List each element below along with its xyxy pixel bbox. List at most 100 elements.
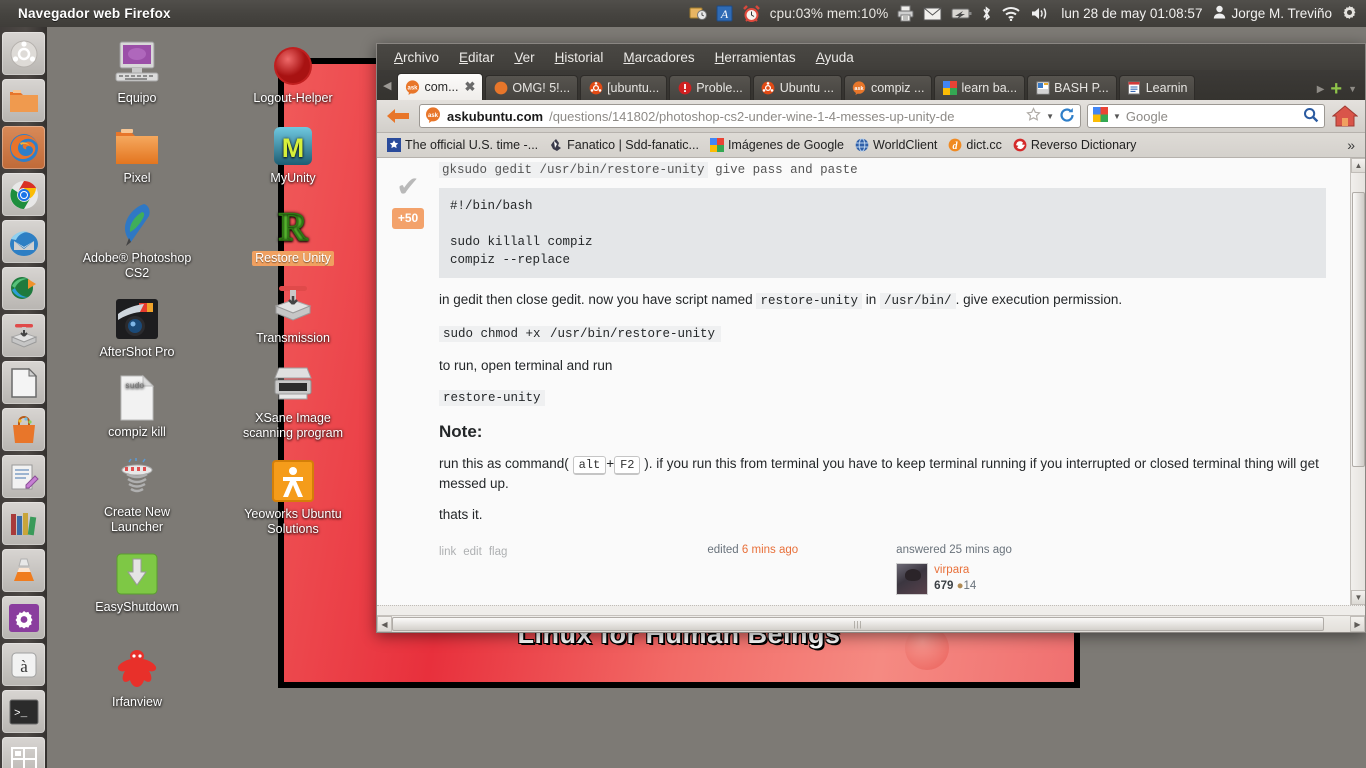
tab-problema[interactable]: Proble... [669,75,751,100]
desktop-icon-equipo[interactable]: Equipo [78,36,196,106]
reload-icon[interactable] [1059,107,1075,126]
launcher-item-text-editor-icon[interactable] [2,455,45,498]
bookmarks-overflow-chevron-icon[interactable]: » [1347,137,1359,153]
top-panel[interactable]: Navegador web Firefox A cpu:03% mem:10% [0,0,1366,27]
clock-indicator[interactable]: lun 28 de may 01:08:57 [1059,6,1204,21]
scroll-up-icon[interactable]: ▲ [1351,158,1365,173]
menu-editar[interactable]: Editar [450,47,503,68]
tab-learn-bash[interactable]: learn ba... [934,75,1026,100]
bluetooth-icon[interactable] [981,5,992,22]
tab-learning[interactable]: Learnin [1118,75,1196,100]
desktop-icon-pixel[interactable]: Pixel [78,116,196,186]
close-icon[interactable]: ✖ [465,79,476,95]
launcher-item-calibre-icon[interactable] [2,502,45,545]
menu-historial[interactable]: Historial [546,47,613,68]
tab-ubuntu-forums[interactable]: [ubuntu... [580,75,668,100]
link-action-flag[interactable]: flag [489,544,508,560]
desktop-icon-create-new-launcher[interactable]: Create New Launcher [78,450,196,535]
panel-app-title[interactable]: Navegador web Firefox [0,6,171,21]
home-button[interactable] [1331,104,1359,128]
search-bar[interactable]: ▼ Google [1087,104,1325,128]
bookmarks-toolbar[interactable]: The official U.S. time -... Fanatico | S… [377,133,1365,158]
gear-icon[interactable] [1341,5,1358,22]
launcher-item-libreoffice-writer-icon[interactable] [2,361,45,404]
launcher-item-ubuntu-dash-icon[interactable] [2,32,45,75]
files-indicator-icon[interactable] [689,5,707,22]
launcher-item-files-icon[interactable] [2,79,45,122]
address-bar-controls[interactable]: ▼ [1026,107,1075,126]
menu-archivo[interactable]: AArchivorchivo [385,47,448,68]
tab-bash-programming[interactable]: BASH P... [1027,75,1117,100]
vertical-scroll-thumb[interactable] [1352,192,1365,467]
bookmark-fanatico[interactable]: Fanatico | Sdd-fanatic... [545,137,703,153]
horizontal-scroll-track[interactable]: ||| [392,616,1350,632]
tab-scroll-left-icon[interactable]: ◀ [381,79,395,100]
launcher-item-software-center-icon[interactable] [2,408,45,451]
desktop-icon-logout-helper[interactable]: Logout-Helper [234,36,352,106]
tabbar-controls[interactable]: ▶ + ▼ [1313,79,1365,100]
menu-ayuda[interactable]: Ayuda [807,47,863,68]
chevron-down-icon[interactable]: ▼ [1113,112,1121,121]
desktop-icon-myunity[interactable]: M MyUnity [234,116,352,186]
scroll-down-icon[interactable]: ▼ [1351,590,1365,605]
user-card[interactable]: virpara 679 ●14 [896,563,1012,596]
firefox-window[interactable]: AArchivorchivo Editar Ver Historial Marc… [376,43,1366,633]
tab-ubuntu[interactable]: Ubuntu ... [752,75,842,100]
desktop-icon-compiz-kill[interactable]: sudo compiz kill [78,370,196,440]
avatar[interactable] [896,563,929,596]
new-tab-button[interactable]: + [1330,79,1342,99]
user-indicator[interactable]: Jorge M. Treviño [1213,5,1332,22]
desktop-icon-yeoworks[interactable]: Yeoworks Ubuntu Solutions [234,452,352,537]
post-action-links[interactable]: link edit flag [439,542,507,560]
launcher-item-filezilla-icon[interactable] [2,267,45,310]
bookmark-reverso[interactable]: Reverso Dictionary [1009,137,1141,153]
edited-timestamp[interactable]: 6 mins ago [742,544,798,556]
address-bar[interactable]: ask askubuntu.com/questions/141802/photo… [419,104,1081,128]
firefox-tabbar[interactable]: ◀ ask com... ✖ OMG! 5!... [ubuntu... Pro… [377,70,1365,100]
menu-marcadores[interactable]: Marcadores [614,47,703,68]
tab-scroll-right-icon[interactable]: ▶ [1317,84,1325,95]
chevron-down-icon[interactable]: ▼ [1348,84,1357,94]
vote-column[interactable]: ✔ +50 [377,164,439,595]
launcher-item-firefox-icon[interactable] [2,126,45,169]
bookmark-star-icon[interactable] [1026,107,1041,125]
printer-icon[interactable] [897,5,914,22]
battery-icon[interactable] [951,7,972,20]
scroll-left-icon[interactable]: ◀ [377,616,392,632]
link-action-edit[interactable]: edit [463,544,482,560]
firefox-menubar[interactable]: AArchivorchivo Editar Ver Historial Marc… [377,44,1365,70]
mail-icon[interactable] [923,7,942,21]
launcher-item-character-map-icon[interactable]: à [2,643,45,686]
chevron-down-icon[interactable]: ▼ [1046,112,1054,121]
tab-compiz[interactable]: ask compiz ... [843,75,933,100]
launcher-item-terminal-icon[interactable]: >_ [2,690,45,733]
desktop-icon-irfanview[interactable]: Irfanview [78,640,196,710]
desktop-icon-xsane[interactable]: XSane Image scanning program [234,356,352,441]
page-viewport[interactable]: ✔ +50 gksudo gedit /usr/bin/restore-unit… [377,158,1365,605]
launcher-item-thunderbird-icon[interactable] [2,220,45,263]
launcher-item-transmission-icon[interactable] [2,314,45,357]
launcher-item-chrome-icon[interactable] [2,173,45,216]
desktop-icon-transmission[interactable]: Transmission [234,276,352,346]
user-name-link[interactable]: virpara [934,563,976,579]
desktop-icon-photoshop[interactable]: Adobe® Photoshop CS2 [78,196,196,281]
bookmark-us-time[interactable]: The official U.S. time -... [383,137,542,153]
wifi-icon[interactable] [1001,6,1021,21]
launcher-item-vlc-icon[interactable] [2,549,45,592]
alarm-clock-icon[interactable] [742,4,761,23]
firefox-navbar[interactable]: ask askubuntu.com/questions/141802/photo… [377,100,1365,133]
keyboard-layout-icon[interactable]: A [716,5,733,22]
menu-ver[interactable]: Ver [505,47,543,68]
launcher-item-workspace-switcher-icon[interactable] [2,737,45,768]
desktop-icon-aftershot[interactable]: AfterShot Pro [78,290,196,360]
cpu-mem-indicator[interactable]: cpu:03% mem:10% [770,6,889,21]
launcher-item-system-settings-icon[interactable] [2,596,45,639]
tab-omg-ubuntu[interactable]: OMG! 5!... [485,75,579,100]
search-icon[interactable] [1303,107,1319,126]
menu-herramientas[interactable]: Herramientas [706,47,805,68]
bookmark-imagenes-google[interactable]: Imágenes de Google [706,137,848,153]
tab-askubuntu-com[interactable]: ask com... ✖ [397,73,484,100]
link-action-link[interactable]: link [439,544,456,560]
horizontal-scrollbar[interactable]: ◀ ||| ▶ [377,615,1365,632]
vertical-scrollbar[interactable]: ▲ ▼ [1350,158,1365,605]
